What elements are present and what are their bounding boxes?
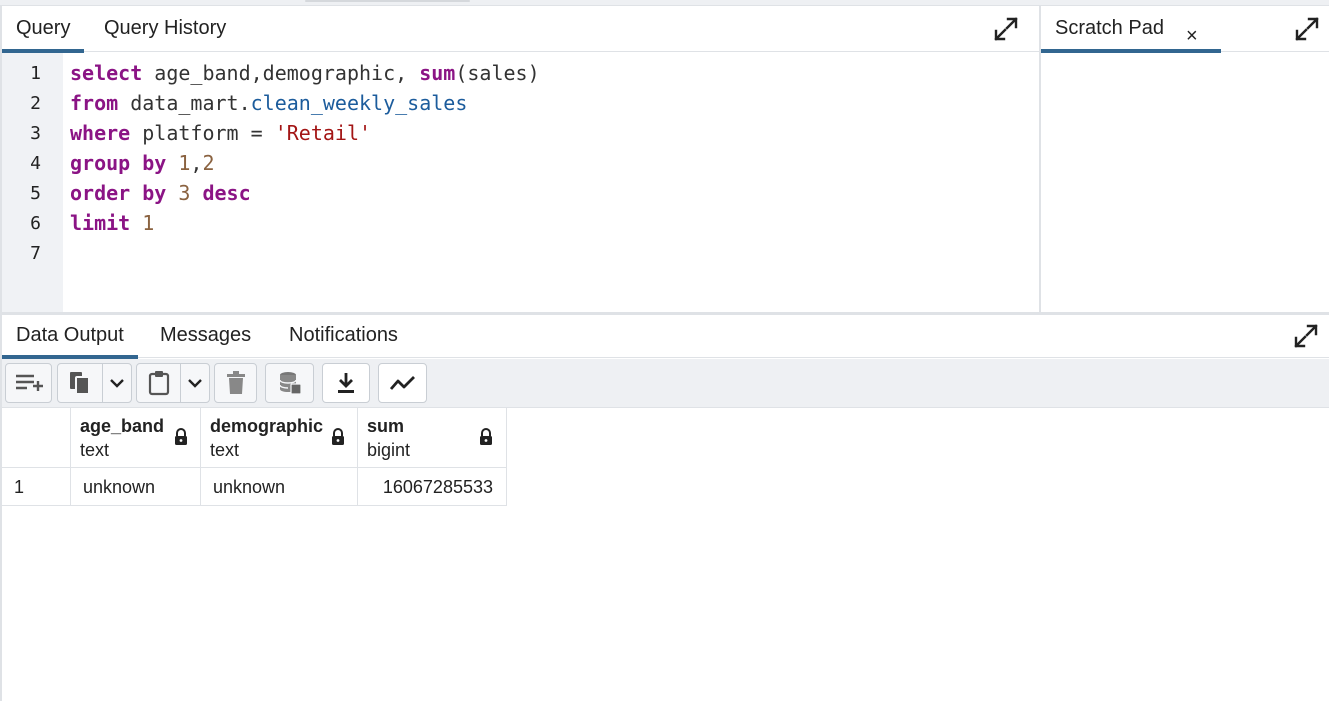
query-tabbar: Query Query History [2, 6, 1039, 53]
download-icon [338, 373, 354, 393]
number-literal: 1 [130, 211, 155, 235]
save-data-icon [278, 372, 302, 395]
line-number: 1 [30, 63, 41, 84]
scratch-pad-editor[interactable] [1041, 53, 1329, 312]
row-number: 1 [14, 477, 25, 497]
copy-options-dropdown[interactable] [102, 363, 132, 403]
string-literal: 'Retail' [274, 121, 372, 145]
paste-options-dropdown[interactable] [180, 363, 210, 403]
maximize-scratch-pad-icon[interactable] [1294, 16, 1320, 42]
keyword-group-by: group by [70, 151, 167, 175]
copy-icon [70, 372, 90, 395]
code-line-1: select age_band,demographic, sum(sales) [70, 61, 540, 85]
delete-icon [226, 371, 245, 394]
sql-editor[interactable]: 1 2 3 4 5 6 7 select age_band,demographi… [2, 53, 1039, 312]
add-row-icon [15, 374, 43, 391]
chevron-down-icon [110, 379, 124, 388]
lock-icon [175, 428, 187, 445]
column-header-age-band[interactable]: age_band text [71, 408, 201, 468]
code-line-3: where platform = 'Retail' [70, 121, 371, 145]
tab-messages[interactable]: Messages [146, 315, 265, 358]
column-type: text [80, 440, 110, 460]
graph-visualiser-button[interactable] [378, 363, 427, 403]
where-lhs: platform = [130, 121, 275, 145]
output-tabbar: Data Output Messages Notifications [2, 315, 1329, 359]
keyword-limit: limit [70, 211, 131, 235]
line-number: 3 [30, 123, 41, 144]
keyword-order-by: order by [70, 181, 167, 205]
select-columns: age_band,demographic, [142, 61, 420, 85]
schema-name: data_mart. [118, 91, 251, 115]
cell-value: 16067285533 [382, 477, 493, 497]
comma: , [190, 151, 203, 175]
tab-query[interactable]: Query [2, 6, 85, 53]
keyword-where: where [70, 121, 131, 145]
row-number-header[interactable] [2, 408, 71, 468]
table-cell-demographic[interactable]: unknown [201, 468, 358, 506]
tab-scratch-pad[interactable]: Scratch Pad × [1041, 6, 1221, 53]
keyword-select: select [70, 61, 143, 85]
column-type: bigint [367, 440, 411, 460]
cell-value: unknown [213, 477, 286, 497]
line-number: 2 [30, 93, 41, 114]
tab-data-output[interactable]: Data Output [2, 315, 138, 359]
keyword-from: from [70, 91, 119, 115]
table-cell-sum[interactable]: 16067285533 [358, 468, 507, 506]
tab-query-history[interactable]: Query History [90, 6, 240, 52]
column-header-sum[interactable]: sum bigint [358, 408, 507, 468]
table-cell-age-band[interactable]: unknown [71, 468, 201, 506]
line-number: 6 [30, 213, 41, 234]
code-line-5: order by 3 desc [70, 181, 251, 205]
tab-notifications[interactable]: Notifications [275, 315, 412, 358]
chevron-down-icon [188, 379, 202, 388]
data-output-toolbar [2, 359, 1329, 408]
number-literal: 2 [202, 151, 215, 175]
line-number: 5 [30, 183, 41, 204]
scratch-pad-tabbar: Scratch Pad × [1041, 6, 1329, 53]
line-number: 7 [30, 243, 41, 264]
function-sum: sum [419, 61, 456, 85]
lock-icon [480, 428, 492, 445]
code-line-6: limit 1 [70, 211, 154, 235]
keyword-desc: desc [190, 181, 251, 205]
column-name: age_band [80, 416, 165, 436]
add-row-button[interactable] [5, 363, 52, 403]
query-pane: Query Query History 1 2 3 4 5 6 7 select… [0, 6, 1039, 312]
code-line-4: group by 1,2 [70, 151, 215, 175]
save-data-button[interactable] [265, 363, 314, 403]
maximize-query-icon[interactable] [993, 16, 1019, 42]
paste-icon [148, 371, 169, 396]
column-header-demographic[interactable]: demographic text [201, 408, 358, 468]
cell-value: unknown [83, 477, 156, 497]
function-args: (sales) [455, 61, 540, 85]
table-row-number[interactable]: 1 [2, 468, 71, 506]
scratch-pad-pane: Scratch Pad × [1039, 6, 1329, 312]
maximize-output-icon[interactable] [1293, 323, 1319, 349]
column-name: demographic [210, 416, 324, 436]
line-number: 4 [30, 153, 41, 174]
download-button[interactable] [322, 363, 370, 403]
graph-icon [389, 376, 415, 390]
lock-icon [332, 428, 344, 445]
number-literal: 3 [166, 181, 191, 205]
close-icon[interactable]: × [1186, 14, 1198, 58]
table-name: clean_weekly_sales [250, 91, 468, 115]
column-type: text [210, 440, 240, 460]
copy-button[interactable] [57, 363, 103, 403]
number-literal: 1 [166, 151, 191, 175]
line-number-gutter: 1 2 3 4 5 6 7 [2, 53, 63, 312]
paste-button[interactable] [136, 363, 181, 403]
output-pane: Data Output Messages Notifications age_b… [0, 315, 1329, 701]
column-name: sum [367, 416, 405, 436]
top-resize-handle[interactable] [305, 0, 470, 2]
delete-row-button[interactable] [214, 363, 257, 403]
scratch-pad-label: Scratch Pad [1055, 17, 1164, 39]
code-line-2: from data_mart.clean_weekly_sales [70, 91, 467, 115]
